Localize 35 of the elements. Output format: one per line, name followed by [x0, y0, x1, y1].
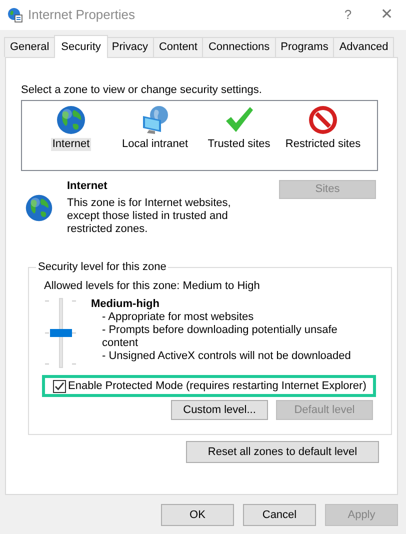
globe-icon	[24, 193, 54, 223]
close-button[interactable]: ✕	[378, 4, 396, 26]
level-button[interactable]: Custom level...	[171, 400, 268, 420]
reset-zones-button[interactable]: Reset all zones to default level	[186, 441, 379, 463]
zone-label: Local intranet	[120, 138, 190, 151]
dialog-button[interactable]: Cancel	[243, 504, 316, 526]
zone-label: Restricted sites	[284, 138, 362, 151]
tab[interactable]: Advanced	[333, 37, 394, 57]
level-description: - Unsigned ActiveX controls will not be downloaded	[101, 350, 352, 363]
level-description: - Appropriate for most websites	[101, 311, 255, 324]
tab[interactable]: Security	[54, 35, 108, 58]
zone-label: Internet	[51, 138, 91, 151]
zone-description: This zone is for Internet websites, except those listed in trusted and restricted zones.	[67, 197, 232, 236]
slider-thumb[interactable]	[50, 328, 72, 336]
tab[interactable]: General	[4, 37, 56, 57]
help-button[interactable]: ?	[338, 5, 358, 25]
level-slider[interactable]	[44, 298, 78, 368]
protected-mode-checkbox[interactable]: Enable Protected Mode (requires restarting Internet Explorer)	[42, 375, 376, 397]
zone-name: Internet	[67, 179, 108, 194]
zone-item[interactable]: Restricted sites	[284, 104, 362, 151]
instruction-text: Select a zone to view or change security settings.	[21, 83, 263, 98]
zone-label: Trusted sites	[206, 138, 272, 151]
check-icon	[54, 380, 65, 392]
level-description: - Prompts before downloading potentially unsafe content	[101, 324, 338, 350]
no-entry-icon	[307, 104, 339, 136]
app-icon	[7, 7, 23, 23]
zone-item[interactable]: Internet	[32, 104, 110, 151]
window-title: Internet Properties	[28, 6, 135, 24]
globe-icon	[55, 104, 87, 136]
zone-item[interactable]: Trusted sites	[200, 104, 278, 151]
dialog-button[interactable]: OK	[161, 504, 234, 526]
group-legend: Security level for this zone	[36, 260, 168, 275]
zone-item[interactable]: Local intranet	[116, 104, 194, 151]
allowed-levels-text: Allowed levels for this zone: Medium to High	[44, 279, 261, 294]
level-name: Medium-high	[91, 297, 160, 311]
